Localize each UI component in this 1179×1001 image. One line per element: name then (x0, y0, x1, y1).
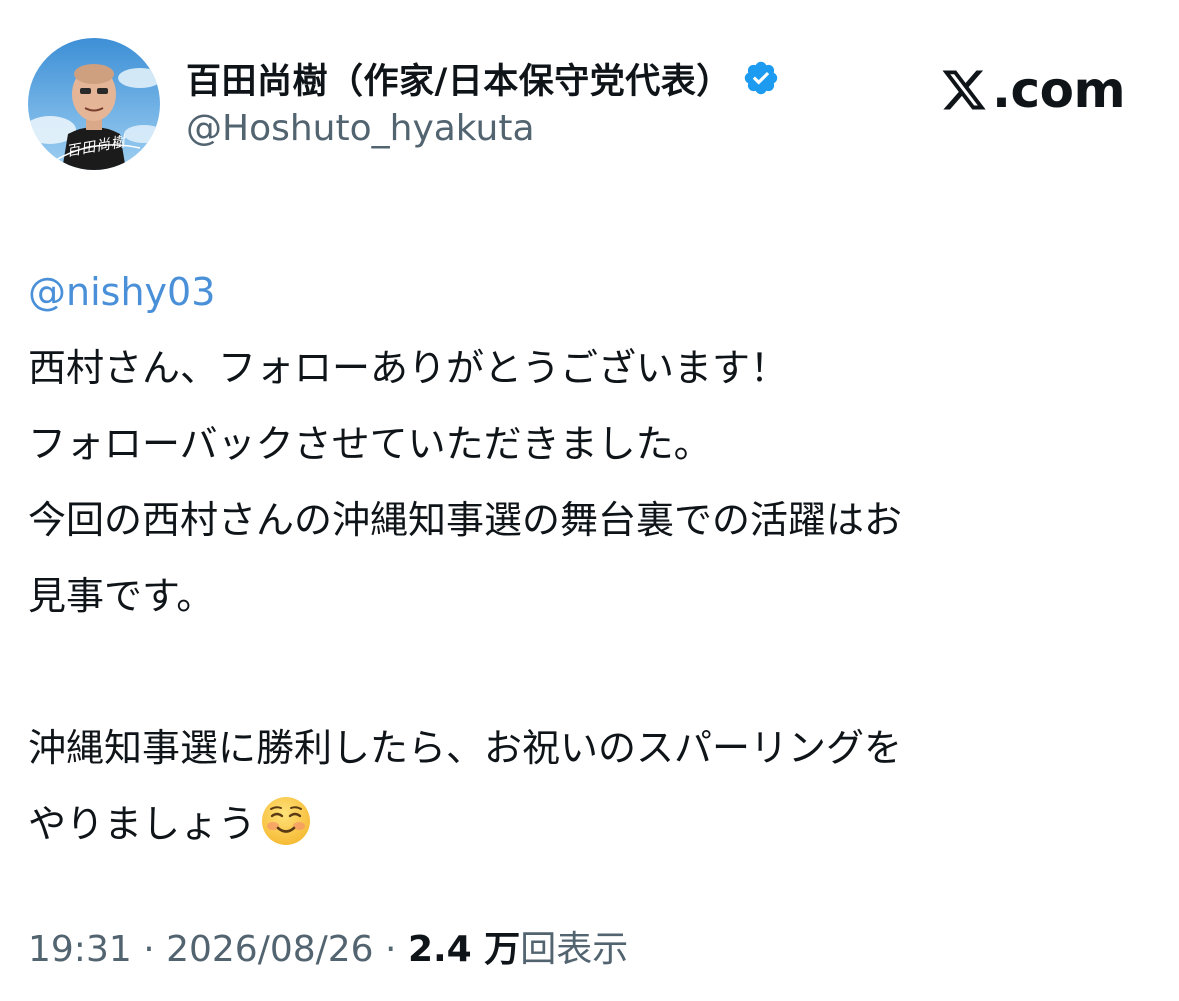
tweet-line: 見事です。 (28, 574, 215, 618)
smiling-face-icon (262, 797, 311, 845)
views-count[interactable]: 2.4 万 (408, 929, 520, 970)
verified-badge-icon[interactable] (742, 59, 780, 97)
tweet-line-last: やりましょう (28, 786, 1148, 862)
tweet-line: 西村さん、フォローありがとうございます！ (28, 346, 789, 390)
tweet-time[interactable]: 19:31 (28, 929, 132, 970)
tweet-line: 沖縄知事選に勝利したら、お祝いのスパーリングを (28, 726, 903, 770)
author-handle[interactable]: @Hoshuto_hyakuta (186, 108, 535, 149)
tweet-text: @nishy03 西村さん、フォローありがとうございます！ フォローバックさせて… (28, 254, 1148, 862)
author-avatar[interactable]: 百田尚樹 (28, 38, 160, 170)
tweet-line: 今回の西村さんの沖縄知事選の舞台裏での活躍はお (28, 498, 903, 542)
tweet-date[interactable]: 2026/08/26 (166, 929, 374, 970)
site-domain: .com (992, 61, 1126, 119)
tweet-line-text: やりましょう (28, 802, 257, 846)
views-label[interactable]: 回表示 (520, 929, 628, 970)
x-logo-icon (942, 70, 986, 110)
meta-separator: · (373, 929, 408, 970)
tweet-meta: 19:31 · 2026/08/26 · 2.4 万回表示 (28, 920, 628, 972)
display-name[interactable]: 百田尚樹（作家/日本保守党代表） (186, 53, 732, 104)
site-logo: .com (940, 60, 1126, 120)
author-name-row[interactable]: 百田尚樹（作家/日本保守党代表） (186, 52, 780, 104)
mention-link[interactable]: @nishy03 (28, 254, 1148, 330)
meta-separator: · (131, 929, 167, 970)
tweet-line: フォローバックさせていただきました。 (28, 422, 712, 466)
